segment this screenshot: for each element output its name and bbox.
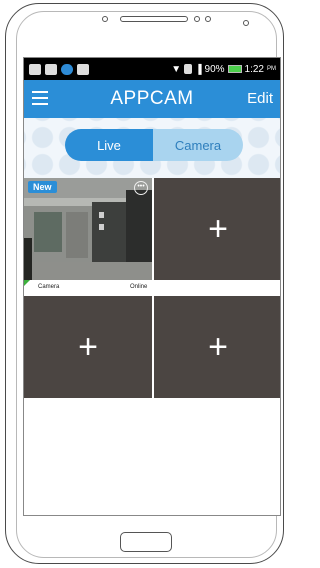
clock: 1:22 (244, 63, 264, 75)
camera-caption: Camera Online (24, 280, 152, 292)
image-icon (45, 63, 57, 75)
app-notification-icon (61, 63, 73, 75)
camera-status: Online (130, 284, 148, 290)
clock-ampm: PM (267, 66, 276, 72)
edit-button[interactable]: Edit (247, 90, 273, 107)
bag-icon (77, 63, 89, 75)
add-camera-tile[interactable]: + (24, 296, 152, 398)
live-tab[interactable]: Live (65, 129, 153, 161)
plus-icon: + (208, 328, 228, 366)
signal-icon: ▐ (195, 64, 202, 74)
plus-icon: + (78, 328, 98, 366)
led-indicator (243, 20, 249, 26)
front-camera (194, 16, 200, 22)
plus-icon: + (208, 210, 228, 248)
status-bar: ▼ ▐ 90% 1:22 PM (24, 58, 280, 80)
more-options-icon[interactable]: ••• (134, 181, 148, 195)
phone-screen: ▼ ▐ 90% 1:22 PM APPCAM Edit Live Camera (23, 57, 281, 516)
battery-icon (227, 65, 242, 73)
new-badge: New (28, 181, 57, 193)
earpiece-speaker (120, 16, 188, 22)
battery-percent: 90% (204, 63, 225, 75)
app-title: APPCAM (110, 88, 194, 109)
sim-icon (184, 64, 193, 74)
camera-tab[interactable]: Camera (153, 129, 243, 161)
segment-area: Live Camera (24, 118, 280, 178)
camera-name: Camera (38, 284, 60, 290)
proximity-sensor (205, 16, 211, 22)
wifi-icon: ▼ (171, 63, 182, 75)
status-indicator-icon (24, 280, 30, 286)
front-sensor (102, 16, 108, 22)
view-toggle: Live Camera (65, 129, 243, 161)
app-bar: APPCAM Edit (24, 80, 280, 118)
notification-icon (29, 63, 41, 75)
add-camera-tile[interactable]: + (154, 178, 280, 280)
camera-preview-image (24, 178, 152, 280)
add-camera-tile[interactable]: + (154, 296, 280, 398)
camera-preview-tile[interactable]: New ••• (24, 178, 152, 280)
home-button[interactable] (120, 532, 172, 552)
